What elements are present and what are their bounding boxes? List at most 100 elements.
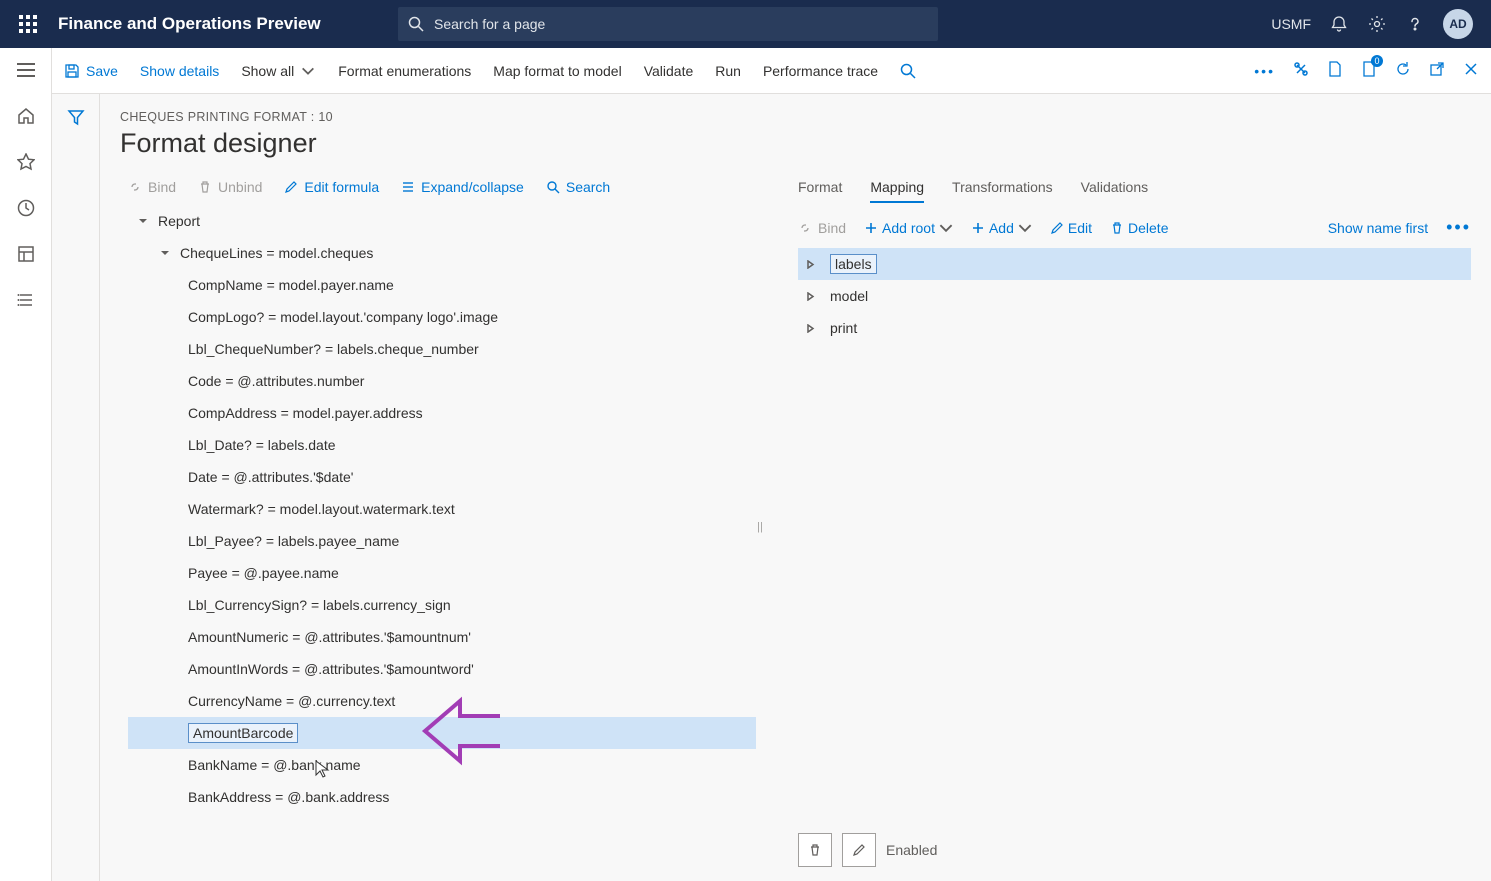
nav-home[interactable] [12, 102, 40, 130]
global-search[interactable]: Search for a page [398, 7, 938, 41]
save-button[interactable]: Save [64, 63, 118, 79]
splitter[interactable]: || [756, 173, 764, 881]
bind-button[interactable]: Bind [128, 179, 176, 195]
expand-collapse-button[interactable]: Expand/collapse [401, 179, 524, 195]
mapping-node-labels[interactable]: labels [798, 248, 1471, 280]
pencil-icon [284, 180, 298, 194]
link-icon [798, 221, 812, 235]
mapping-node-model[interactable]: model [798, 280, 1471, 312]
show-all-dropdown[interactable]: Show all [241, 63, 316, 79]
validate-button[interactable]: Validate [644, 63, 694, 79]
edit-property-button[interactable] [842, 833, 876, 867]
left-nav-rail [0, 48, 52, 881]
mapping-bind-button[interactable]: Bind [798, 220, 846, 236]
cmd-popout-button[interactable] [1429, 61, 1445, 80]
command-bar: Save Show details Show all Format enumer… [52, 48, 1491, 94]
format-enumerations-button[interactable]: Format enumerations [338, 63, 471, 79]
pencil-icon [1050, 221, 1064, 235]
tab-mapping[interactable]: Mapping [870, 179, 924, 203]
cmd-close-button[interactable] [1463, 61, 1479, 80]
nav-expand-button[interactable] [12, 56, 40, 84]
filter-button[interactable] [67, 108, 85, 881]
nav-recent[interactable] [12, 194, 40, 222]
tree-node[interactable]: CompAddress = model.payer.address [128, 397, 756, 429]
cmd-overflow-button[interactable]: ••• [1254, 63, 1275, 79]
gear-icon [1368, 15, 1386, 33]
tree-node[interactable]: Payee = @.payee.name [128, 557, 756, 589]
hamburger-icon [17, 63, 35, 77]
mapping-node-print[interactable]: print [798, 312, 1471, 344]
tree-node-label: AmountNumeric = @.attributes.'$amountnum… [188, 629, 471, 645]
chevron-down-icon [939, 221, 953, 235]
cmd-search-button[interactable] [900, 63, 916, 79]
nav-modules[interactable] [12, 286, 40, 314]
tree-node[interactable]: AmountInWords = @.attributes.'$amountwor… [128, 653, 756, 685]
show-name-first-button[interactable]: Show name first [1328, 220, 1428, 236]
tree-node-selected[interactable]: AmountBarcode [128, 717, 756, 749]
cmd-messages-button[interactable]: 0 [1361, 61, 1377, 80]
mapping-overflow-button[interactable]: ••• [1446, 217, 1471, 238]
mapping-node-label: labels [830, 254, 877, 274]
tree-node[interactable]: CurrencyName = @.currency.text [128, 685, 756, 717]
mapping-toolbar: Bind Add root Add [798, 211, 1471, 248]
unbind-button[interactable]: Unbind [198, 179, 262, 195]
app-launcher[interactable] [8, 0, 48, 48]
company-picker[interactable]: USMF [1271, 16, 1311, 32]
nav-workspaces[interactable] [12, 240, 40, 268]
cmd-attachments-button[interactable] [1327, 61, 1343, 80]
tree-node-report[interactable]: Report [128, 205, 756, 237]
star-icon [17, 153, 35, 171]
show-details-button[interactable]: Show details [140, 63, 219, 79]
tree-node[interactable]: BankName = @.bank.name [128, 749, 756, 781]
tree-node-label: AmountBarcode [188, 723, 298, 743]
user-avatar[interactable]: AD [1443, 9, 1473, 39]
delete-property-button[interactable] [798, 833, 832, 867]
expand-icon[interactable] [806, 320, 820, 336]
search-icon [408, 16, 424, 32]
notifications-button[interactable] [1329, 14, 1349, 34]
tree-node[interactable]: Code = @.attributes.number [128, 365, 756, 397]
nav-favorites[interactable] [12, 148, 40, 176]
chevron-down-icon [300, 63, 316, 79]
mapping-edit-button[interactable]: Edit [1050, 220, 1092, 236]
save-label: Save [86, 63, 118, 79]
property-strip: Enabled [798, 823, 1471, 881]
tab-transformations[interactable]: Transformations [952, 179, 1053, 203]
tree-node[interactable]: Watermark? = model.layout.watermark.text [128, 493, 756, 525]
cmd-link-button[interactable] [1293, 61, 1309, 80]
tab-validations[interactable]: Validations [1081, 179, 1148, 203]
tab-format[interactable]: Format [798, 179, 842, 203]
map-format-button[interactable]: Map format to model [493, 63, 621, 79]
tree-node[interactable]: Date = @.attributes.'$date' [128, 461, 756, 493]
tree-node-label: Date = @.attributes.'$date' [188, 469, 353, 485]
home-icon [17, 107, 35, 125]
performance-trace-button[interactable]: Performance trace [763, 63, 878, 79]
tree-node[interactable]: Lbl_CurrencySign? = labels.currency_sign [128, 589, 756, 621]
tree-node[interactable]: BankAddress = @.bank.address [128, 781, 756, 813]
tree-node[interactable]: AmountNumeric = @.attributes.'$amountnum… [128, 621, 756, 653]
settings-button[interactable] [1367, 14, 1387, 34]
messages-badge: 0 [1371, 55, 1383, 67]
tree-search-button[interactable]: Search [546, 179, 610, 195]
expand-icon[interactable] [806, 288, 820, 304]
tree-node[interactable]: Lbl_Payee? = labels.payee_name [128, 525, 756, 557]
run-button[interactable]: Run [715, 63, 741, 79]
tree-node[interactable]: CompLogo? = model.layout.'company logo'.… [128, 301, 756, 333]
tree-node[interactable]: Lbl_ChequeNumber? = labels.cheque_number [128, 333, 756, 365]
cmd-refresh-button[interactable] [1395, 61, 1411, 80]
expand-icon[interactable] [806, 256, 820, 272]
add-root-dropdown[interactable]: Add root [864, 220, 953, 236]
link-icon [128, 180, 142, 194]
help-button[interactable] [1405, 14, 1425, 34]
format-tree: Report ChequeLines = model.cheques CompN… [120, 205, 756, 881]
refresh-icon [1395, 61, 1411, 77]
collapse-icon[interactable] [136, 214, 150, 228]
tree-node-chequelines[interactable]: ChequeLines = model.cheques [128, 237, 756, 269]
edit-formula-button[interactable]: Edit formula [284, 179, 379, 195]
tree-node-label: CurrencyName = @.currency.text [188, 693, 395, 709]
add-dropdown[interactable]: Add [971, 220, 1032, 236]
tree-node[interactable]: Lbl_Date? = labels.date [128, 429, 756, 461]
tree-node[interactable]: CompName = model.payer.name [128, 269, 756, 301]
collapse-icon[interactable] [158, 246, 172, 260]
mapping-delete-button[interactable]: Delete [1110, 220, 1168, 236]
